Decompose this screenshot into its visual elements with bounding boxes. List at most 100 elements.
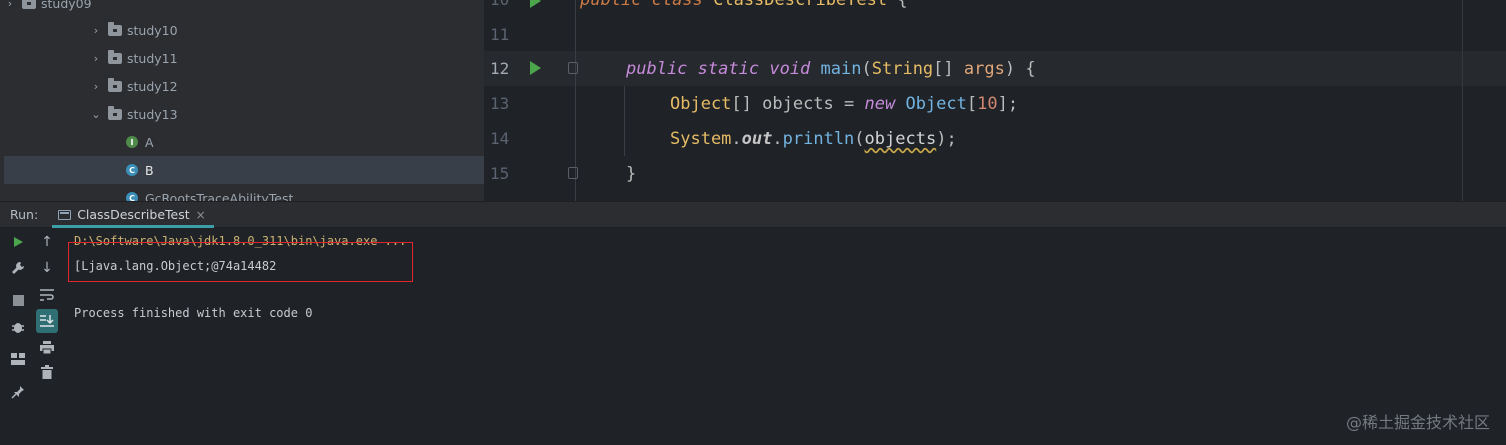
rerun-icon[interactable] bbox=[5, 230, 31, 254]
code-line-15: } bbox=[626, 156, 636, 191]
run-tool-header: Run: ClassDescribeTest × bbox=[0, 201, 1506, 228]
fold-icon[interactable] bbox=[568, 62, 578, 74]
indent-guide bbox=[624, 86, 625, 156]
line-number: 14 bbox=[490, 129, 510, 148]
interface-icon: I bbox=[126, 136, 138, 148]
tree-item-label: study09 bbox=[41, 0, 92, 11]
print-icon[interactable] bbox=[34, 335, 60, 359]
token-punct: ]; bbox=[997, 93, 1019, 114]
token-number: 10 bbox=[977, 93, 998, 114]
class-icon: C bbox=[126, 164, 138, 176]
layout-icon[interactable] bbox=[5, 347, 31, 371]
arrow-up-icon[interactable]: ↑ bbox=[34, 230, 60, 254]
token-keyword: static bbox=[697, 58, 760, 79]
run-gutter-icon[interactable] bbox=[530, 0, 541, 8]
tree-folder-study09[interactable]: › study09 bbox=[4, 0, 484, 17]
folder-icon bbox=[108, 105, 122, 120]
token-static-field: out bbox=[741, 128, 773, 149]
token-punct: ); bbox=[936, 128, 957, 149]
console-exit-line: Process finished with exit code 0 bbox=[74, 306, 313, 320]
token-punct: [] bbox=[933, 58, 964, 79]
run-config-icon bbox=[58, 209, 72, 220]
chevron-right-icon[interactable]: › bbox=[90, 80, 102, 93]
tree-folder-study12[interactable]: › study12 bbox=[90, 72, 484, 100]
tree-item-label: A bbox=[145, 134, 154, 150]
token-class-name: System bbox=[670, 128, 732, 149]
line-number: 13 bbox=[490, 94, 510, 113]
watermark: @稀土掘金技术社区 bbox=[1345, 413, 1490, 432]
tree-item-label: study11 bbox=[127, 50, 178, 66]
token-punct: . bbox=[731, 128, 742, 149]
wrench-icon[interactable] bbox=[5, 256, 31, 280]
code-line-10: public class ClassDescribeTest { bbox=[580, 0, 908, 17]
token-type: Object bbox=[670, 93, 732, 114]
tab-classdescribetest[interactable]: ClassDescribeTest × bbox=[52, 202, 214, 228]
folder-icon bbox=[108, 49, 122, 64]
line-number: 12 bbox=[490, 59, 510, 78]
run-console[interactable]: ↑ ↓ D:\Software\Java\jdk1.8.0_311\bin\ja… bbox=[0, 228, 1506, 445]
code-line-13: Object[] objects = new Object[10]; bbox=[670, 86, 1018, 121]
line-number: 15 bbox=[490, 164, 510, 183]
pin-icon[interactable] bbox=[5, 380, 31, 404]
debug-bug-icon[interactable] bbox=[5, 315, 31, 339]
chevron-right-icon[interactable]: › bbox=[90, 52, 102, 65]
tree-item-a[interactable]: I A bbox=[4, 128, 484, 156]
token-punct: ( bbox=[854, 128, 865, 149]
tree-item-label: study12 bbox=[127, 78, 178, 94]
tree-item-gcroots[interactable]: C GcRootsTraceAbilityTest bbox=[4, 184, 484, 201]
project-tree: › study09 › study10 › study11 › study12 … bbox=[0, 0, 484, 201]
chevron-right-icon[interactable]: › bbox=[90, 24, 102, 37]
run-toolbar-right: ↑ ↓ bbox=[34, 228, 60, 445]
chevron-down-icon[interactable]: ⌄ bbox=[90, 108, 102, 121]
tab-title: ClassDescribeTest bbox=[77, 207, 190, 222]
folder-icon bbox=[108, 21, 122, 36]
highlight-box bbox=[68, 242, 413, 282]
token-punct: ( bbox=[861, 58, 872, 79]
token-type: Object bbox=[905, 93, 967, 114]
tree-item-label: B bbox=[145, 162, 154, 178]
soft-wrap-icon[interactable] bbox=[34, 283, 60, 307]
run-toolbar-left bbox=[5, 228, 31, 445]
trash-icon[interactable] bbox=[34, 360, 60, 384]
tree-item-label: GcRootsTraceAbilityTest bbox=[145, 190, 294, 202]
token-keyword: public bbox=[626, 58, 688, 79]
arrow-down-icon[interactable]: ↓ bbox=[34, 256, 60, 280]
token-class-name: ClassDescribeTest bbox=[713, 0, 887, 10]
tree-folder-study11[interactable]: › study11 bbox=[90, 44, 484, 72]
run-gutter-icon[interactable] bbox=[530, 61, 541, 75]
tree-item-label: study13 bbox=[127, 106, 178, 122]
run-label: Run: bbox=[10, 207, 39, 222]
code-line-14: System. out. println(objects); bbox=[670, 121, 957, 156]
top-area: › study09 › study10 › study11 › study12 … bbox=[0, 0, 1506, 201]
close-icon[interactable]: × bbox=[196, 208, 206, 222]
tree-item-b[interactable]: C B bbox=[4, 156, 484, 184]
fold-icon[interactable] bbox=[568, 167, 578, 179]
scroll-to-end-icon[interactable] bbox=[36, 309, 58, 333]
folder-icon bbox=[22, 0, 36, 9]
line-number: 11 bbox=[490, 25, 510, 44]
tree-item-label: study10 bbox=[127, 22, 178, 38]
token-keyword: class bbox=[652, 0, 703, 10]
tree-folder-study10[interactable]: › study10 bbox=[90, 16, 484, 44]
class-icon: C bbox=[126, 192, 138, 201]
folder-icon bbox=[108, 77, 122, 92]
token-param: args bbox=[963, 58, 1005, 79]
stop-icon[interactable] bbox=[5, 288, 31, 312]
line-number: 10 bbox=[484, 0, 554, 17]
token-method: println bbox=[782, 128, 855, 149]
code-line-12: public static void main(String[] args) { bbox=[626, 51, 1036, 86]
right-margin-guide bbox=[1462, 0, 1463, 201]
code-editor[interactable]: 10 11 12 13 14 15 public class ClassDesc… bbox=[484, 0, 1506, 201]
chevron-right-icon[interactable]: › bbox=[4, 0, 16, 10]
token-keyword: new bbox=[864, 93, 896, 114]
tree-folder-study13[interactable]: ⌄ study13 bbox=[90, 100, 484, 128]
token-punct: . bbox=[772, 128, 783, 149]
token-punct: [ bbox=[966, 93, 978, 114]
token-brace: { bbox=[897, 0, 907, 10]
token-variable: objects bbox=[864, 128, 937, 149]
token-method: main bbox=[820, 58, 862, 79]
token-brace: } bbox=[626, 163, 637, 184]
token-keyword: public bbox=[580, 0, 641, 10]
token-text: [] objects = bbox=[731, 93, 865, 114]
